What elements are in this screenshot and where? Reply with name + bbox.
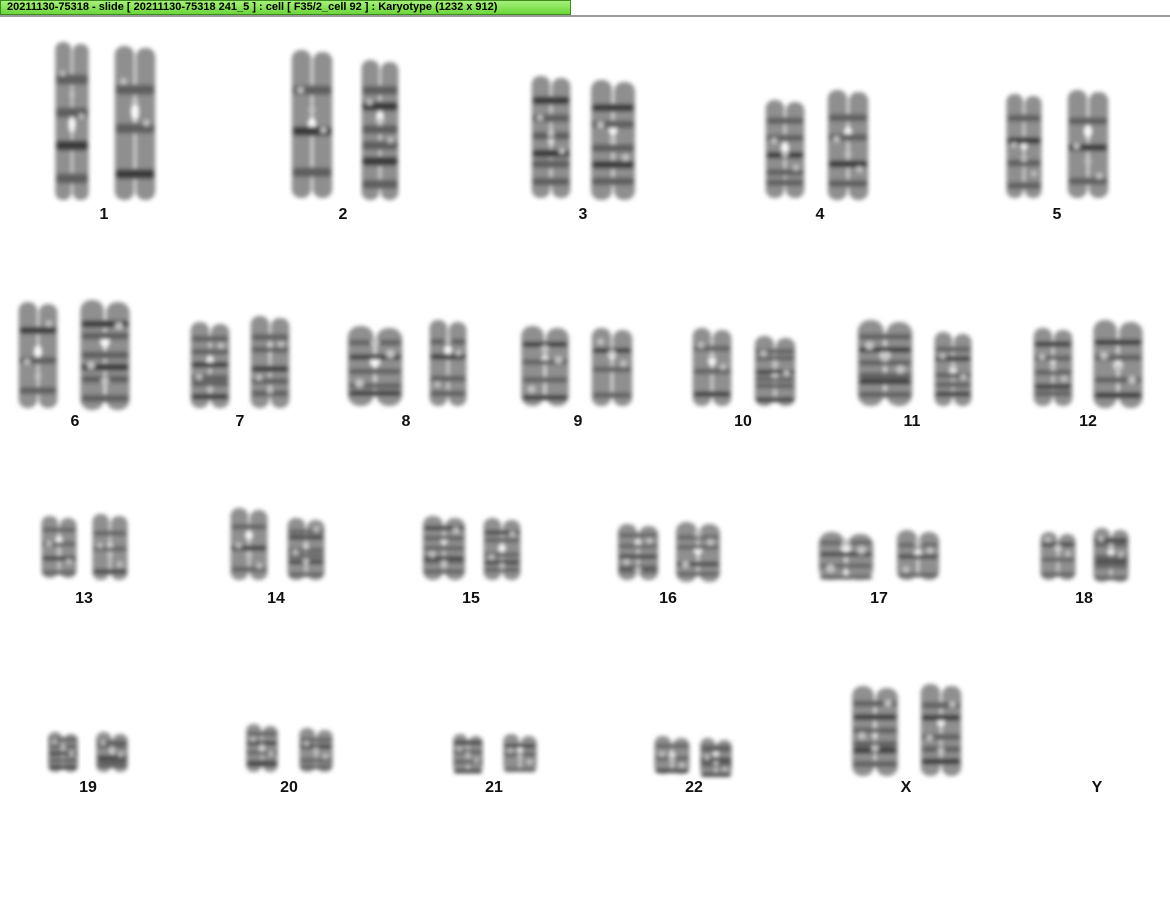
chromosome-label: 14	[267, 590, 285, 607]
chromosome-5-2[interactable]	[1065, 87, 1111, 201]
chromosome-label: 20	[280, 779, 298, 796]
chromosome-18-2[interactable]	[1091, 525, 1131, 585]
chromosome-22-1[interactable]	[652, 733, 692, 777]
chromosome-4-2[interactable]	[825, 87, 871, 203]
chromosome-22-2[interactable]	[698, 735, 734, 779]
chromosome-1-1[interactable]	[53, 39, 91, 203]
chromosome-21-2[interactable]	[501, 731, 539, 775]
chromosome-6-1[interactable]	[16, 299, 60, 411]
chromosome-2-2[interactable]	[359, 57, 401, 203]
chromosome-16-2[interactable]	[673, 519, 723, 585]
window-title: 20211130-75318 - slide [ 20211130-75318 …	[7, 1, 498, 13]
chromosome-8-1[interactable]	[344, 323, 406, 409]
window-title-bar[interactable]: 20211130-75318 - slide [ 20211130-75318 …	[0, 0, 571, 15]
chromosome-4-1[interactable]	[763, 97, 807, 201]
chromosome-label: 21	[485, 779, 503, 796]
chromosome-14-1[interactable]	[228, 505, 270, 583]
chromosome-17-2[interactable]	[894, 527, 942, 583]
chromosome-label: 16	[659, 590, 677, 607]
chromosome-8-2[interactable]	[427, 317, 469, 409]
chromosome-label: 9	[573, 413, 583, 430]
chromosome-10-2[interactable]	[752, 333, 798, 409]
karyotype-canvas: 1 2 3 4 5 6 7 8 9 10 11 12 13 14 15 16 17 18 19 20 21 22 X Y	[0, 17, 1170, 898]
chromosome-13-2[interactable]	[90, 511, 130, 583]
chromosome-11-1[interactable]	[854, 317, 916, 409]
chromosome-2-1[interactable]	[289, 47, 335, 201]
chromosome-9-2[interactable]	[589, 325, 635, 409]
chromosome-label: 6	[70, 413, 80, 430]
chromosome-label: 3	[578, 206, 588, 223]
chromosome-9-1[interactable]	[518, 323, 572, 409]
chromosome-label: 12	[1079, 413, 1097, 430]
chromosome-label: Y	[1091, 779, 1103, 796]
chromosome-15-1[interactable]	[420, 513, 468, 583]
chromosome-7-1[interactable]	[188, 319, 232, 411]
chromosome-10-1[interactable]	[690, 325, 734, 409]
chromosome-label: 13	[75, 590, 93, 607]
chromosome-x-2[interactable]	[918, 681, 964, 779]
chromosome-13-1[interactable]	[39, 513, 79, 581]
chromosome-label: 18	[1075, 590, 1093, 607]
chromosome-label: 7	[235, 413, 245, 430]
chromosome-label: 5	[1052, 206, 1062, 223]
chromosome-21-1[interactable]	[451, 731, 485, 775]
chromosome-label: 1	[99, 206, 109, 223]
chromosome-12-2[interactable]	[1090, 317, 1146, 411]
chromosome-20-2[interactable]	[297, 725, 335, 775]
chromosome-12-1[interactable]	[1031, 325, 1075, 409]
chromosome-label: 8	[401, 413, 411, 430]
chromosome-label: 17	[870, 590, 888, 607]
chromosome-label: 11	[903, 413, 921, 430]
chromosome-label: 2	[338, 206, 348, 223]
chromosome-label: 10	[734, 413, 752, 430]
chromosome-18-1[interactable]	[1038, 529, 1078, 583]
chromosome-5-1[interactable]	[1004, 91, 1044, 201]
chromosome-19-1[interactable]	[46, 729, 80, 775]
chromosome-3-2[interactable]	[588, 77, 638, 203]
chromosome-label: 15	[462, 590, 480, 607]
chromosome-6-2[interactable]	[77, 297, 133, 413]
chromosome-11-2[interactable]	[932, 329, 974, 409]
chromosome-15-2[interactable]	[481, 515, 523, 583]
chromosome-label: X	[900, 779, 912, 796]
chromosome-7-2[interactable]	[248, 313, 292, 411]
chromosome-1-2[interactable]	[112, 43, 158, 203]
chromosome-19-2[interactable]	[94, 729, 130, 775]
chromosome-3-1[interactable]	[529, 73, 573, 201]
chromosome-16-1[interactable]	[615, 521, 661, 583]
chromosome-label: 19	[79, 779, 97, 796]
chromosome-label: 4	[815, 206, 825, 223]
chromosome-17-1[interactable]	[815, 529, 877, 583]
chromosome-14-2[interactable]	[285, 515, 327, 583]
chromosome-20-1[interactable]	[244, 721, 280, 775]
chromosome-label: 22	[685, 779, 703, 796]
chromosome-x-1[interactable]	[849, 683, 901, 779]
